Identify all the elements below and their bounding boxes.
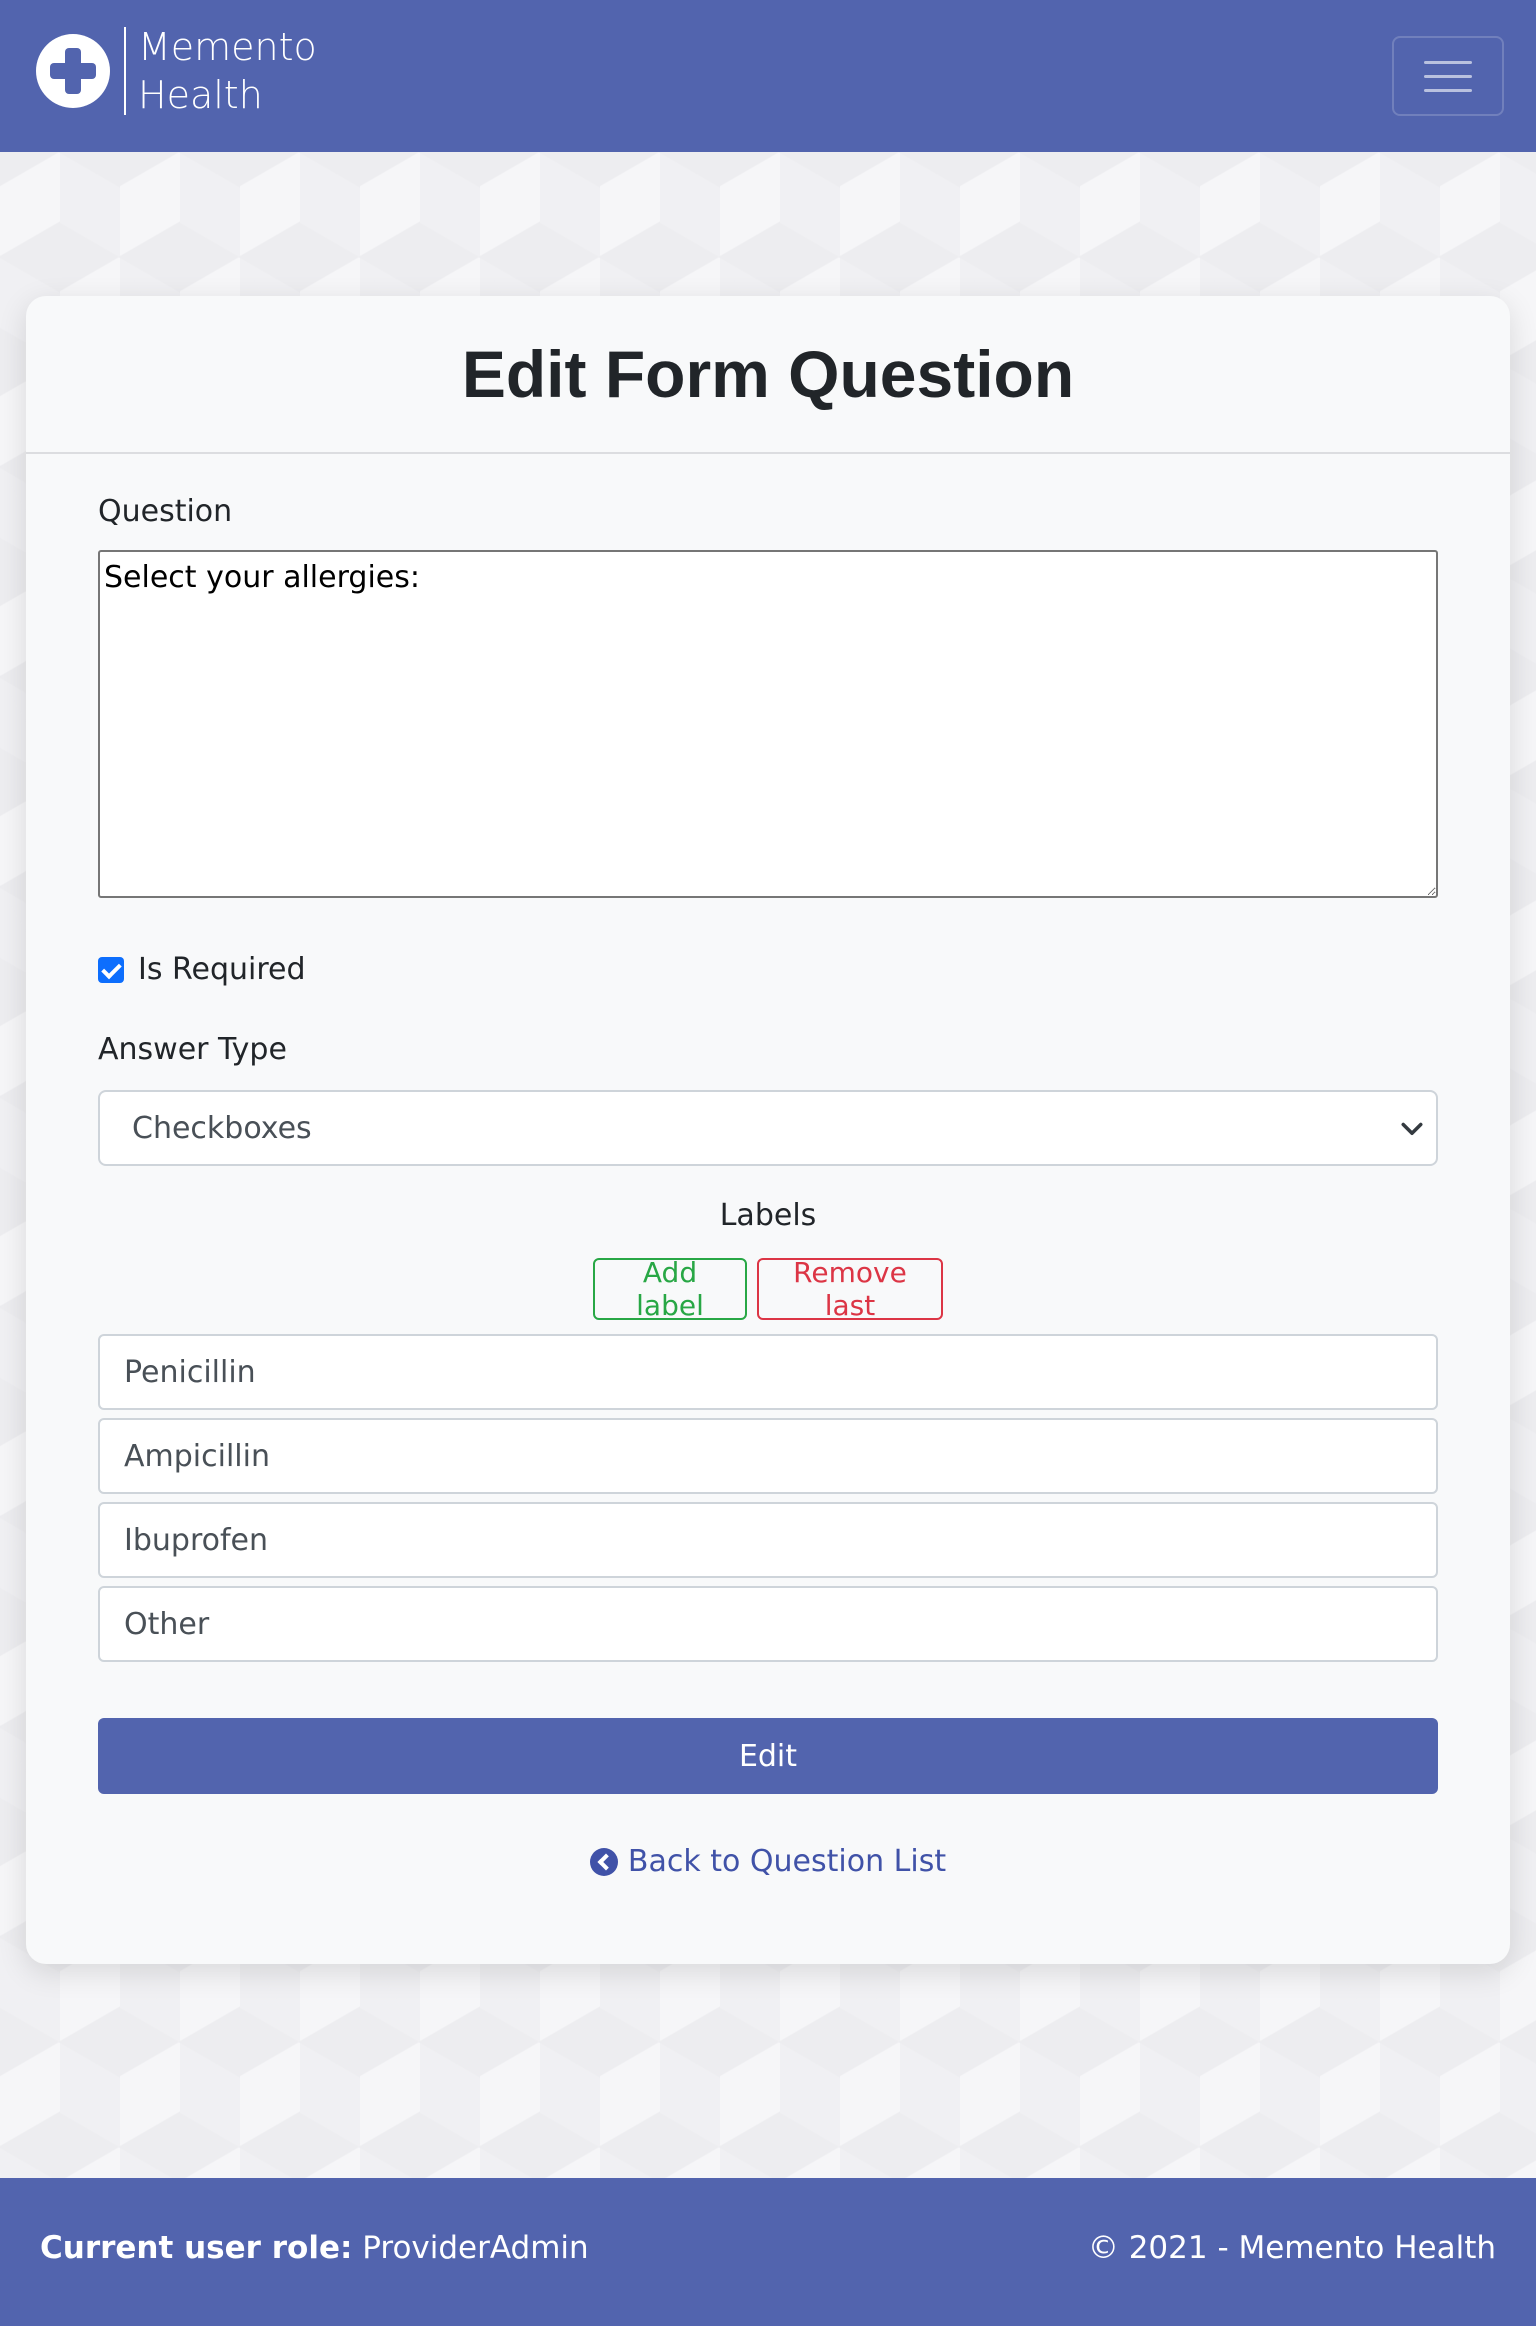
answer-type-value: Checkboxes (132, 1110, 312, 1146)
hamburger-menu-icon[interactable] (1392, 36, 1504, 116)
brand[interactable]: Memento Health (36, 25, 317, 117)
is-required-label: Is Required (138, 952, 306, 987)
label-input[interactable]: Ibuprofen (98, 1502, 1438, 1578)
chevron-circle-left-icon (589, 1847, 618, 1876)
brand-name: Memento Health (138, 25, 317, 117)
medical-cross-icon (36, 34, 110, 108)
label-buttons: Add label Remove last (98, 1256, 1438, 1322)
labels-title: Labels (719, 1198, 817, 1233)
role-value: ProviderAdmin (362, 2230, 589, 2266)
question-textarea[interactable] (98, 550, 1438, 898)
label-input[interactable]: Other (98, 1586, 1438, 1662)
answer-type-select[interactable]: Checkboxes (98, 1090, 1438, 1166)
label-input[interactable]: Penicillin (98, 1334, 1438, 1410)
edit-button[interactable]: Edit (98, 1718, 1438, 1794)
add-label-button[interactable]: Add label (593, 1256, 747, 1322)
is-required-checkbox[interactable] (98, 956, 124, 983)
back-link-label: Back to Question List (627, 1844, 947, 1879)
copyright: © 2021 - Memento Health (1087, 2230, 1496, 2266)
chevron-down-icon (1401, 1122, 1423, 1135)
answer-type-label: Answer Type (98, 1032, 287, 1067)
footer: Current user role: ProviderAdmin © 2021 … (0, 2178, 1536, 2326)
remove-last-button[interactable]: Remove last (757, 1256, 943, 1322)
card-header: Edit Form Question (26, 296, 1510, 454)
is-required-row[interactable]: Is Required (98, 952, 306, 987)
back-to-question-list-link[interactable]: Back to Question List (98, 1844, 1438, 1879)
navbar: Memento Health (0, 0, 1536, 152)
page-title: Edit Form Question (461, 337, 1075, 411)
brand-divider (124, 27, 126, 115)
label-input[interactable]: Ampicillin (98, 1418, 1438, 1494)
current-user-role: Current user role: ProviderAdmin (40, 2230, 589, 2266)
question-label: Question (98, 494, 233, 529)
edit-question-card: Edit Form Question Question Is Required … (26, 296, 1510, 1964)
role-label: Current user role: (40, 2230, 353, 2266)
